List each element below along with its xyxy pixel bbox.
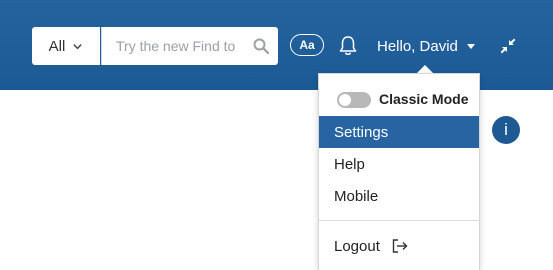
info-badge[interactable]: i: [492, 116, 520, 144]
search-input[interactable]: [116, 27, 254, 65]
menu-item-help[interactable]: Help: [319, 148, 479, 180]
menu-item-mobile[interactable]: Mobile: [319, 180, 479, 212]
user-dropdown-menu: Classic Mode Settings Help Mobile Logout: [318, 73, 480, 270]
menu-item-label: Logout: [334, 237, 380, 255]
user-menu-button[interactable]: Hello, David: [377, 35, 475, 57]
classic-mode-label: Classic Mode: [379, 91, 469, 107]
search-field[interactable]: [101, 27, 278, 65]
user-greeting: Hello, David: [377, 37, 458, 55]
menu-item-label: Mobile: [334, 187, 379, 205]
toggle-knob: [339, 94, 351, 106]
bell-icon[interactable]: [338, 35, 358, 57]
menu-divider: [319, 220, 479, 221]
classic-mode-toggle[interactable]: [337, 92, 371, 108]
menu-item-logout[interactable]: Logout: [319, 230, 479, 262]
logout-icon: [392, 239, 408, 253]
search-icon[interactable]: [253, 38, 269, 54]
classic-mode-row[interactable]: Classic Mode: [319, 84, 479, 112]
menu-item-label: Settings: [334, 123, 389, 141]
collapse-arrows-icon[interactable]: [500, 38, 516, 54]
menu-item-label: Help: [334, 155, 365, 173]
text-size-button[interactable]: Aa: [290, 34, 324, 56]
menu-item-settings[interactable]: Settings: [319, 116, 479, 148]
scope-select[interactable]: All: [32, 27, 100, 65]
caret-down-icon: [466, 43, 475, 49]
chevron-down-icon: [73, 43, 83, 49]
scope-select-value: All: [48, 37, 66, 55]
